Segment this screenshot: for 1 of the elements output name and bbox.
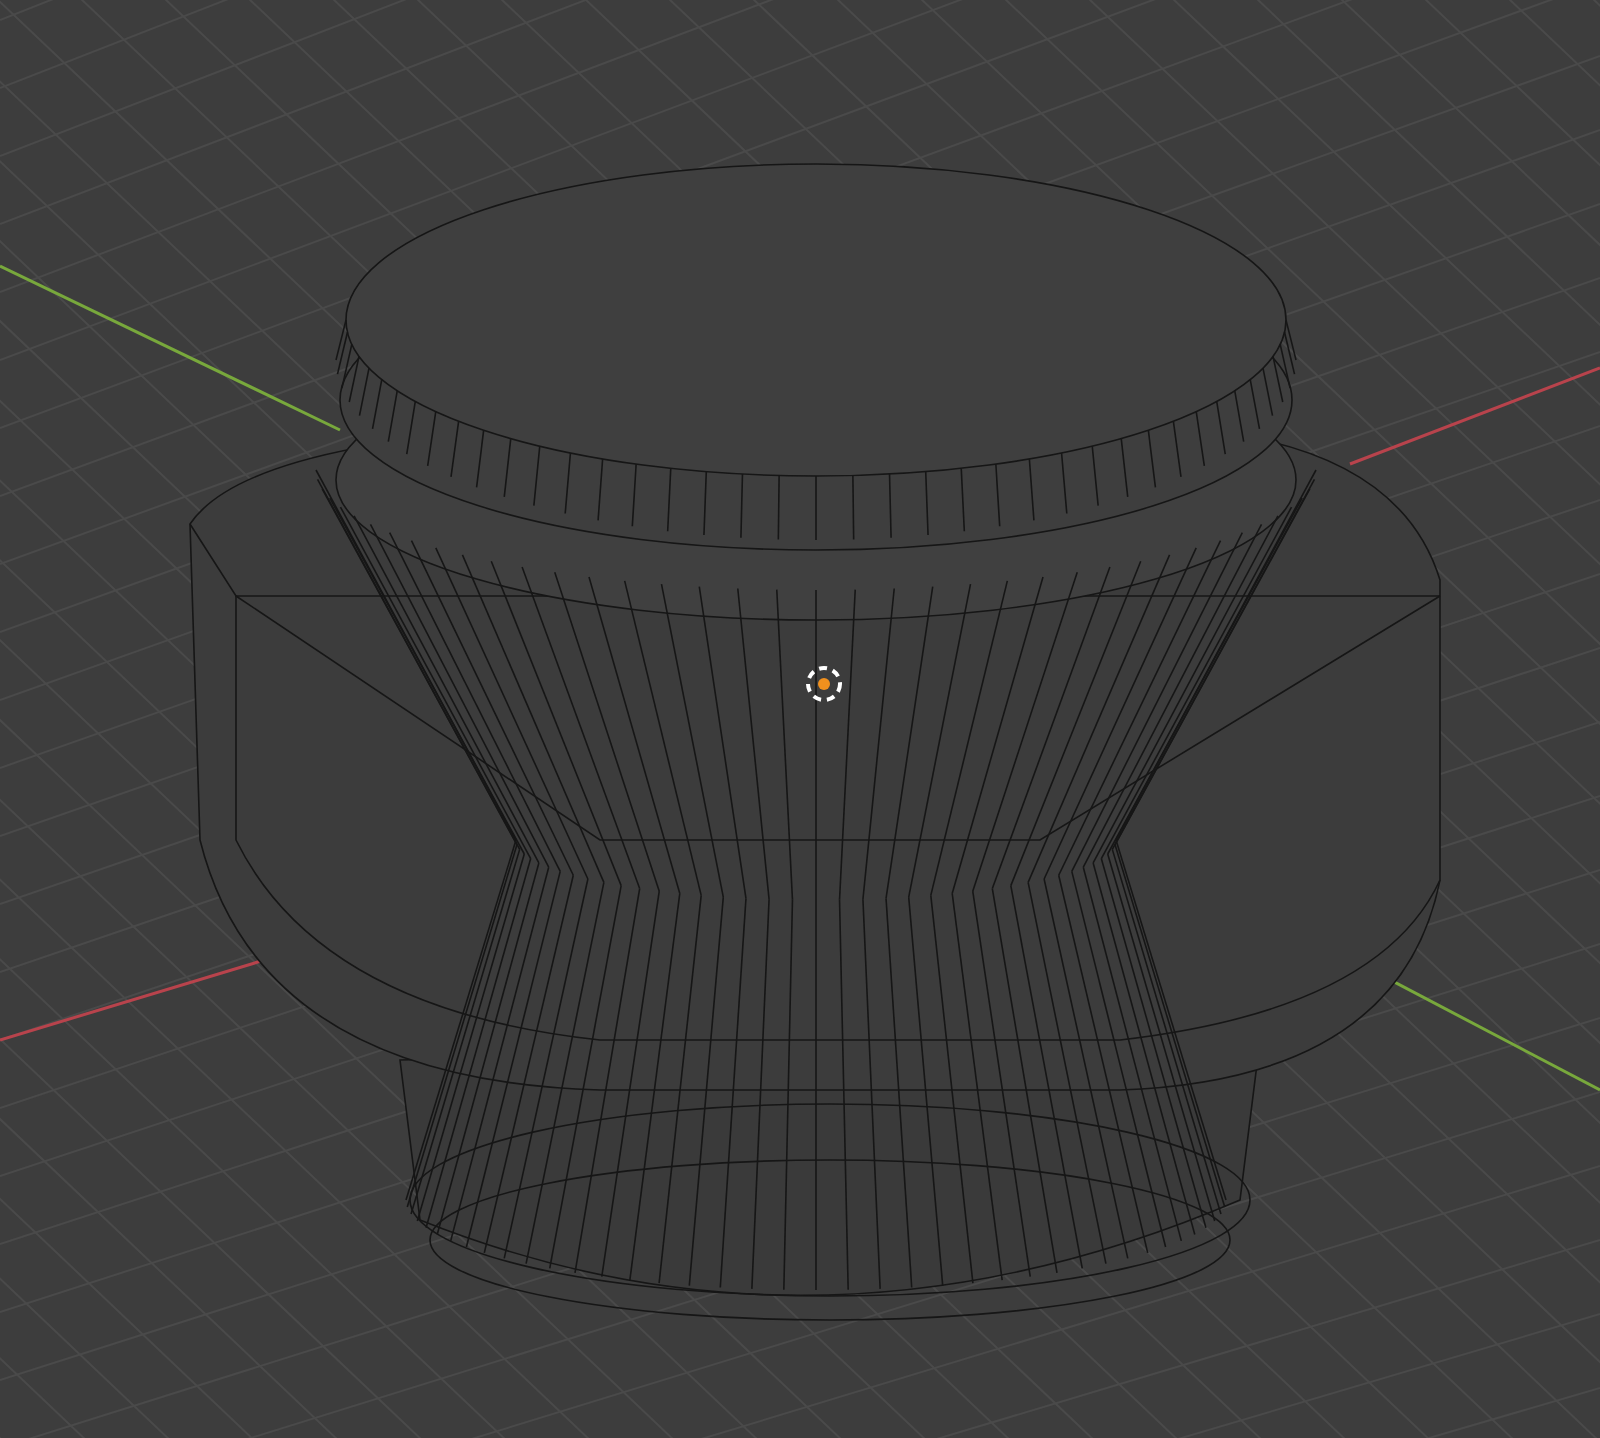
origin-icon	[806, 666, 842, 702]
